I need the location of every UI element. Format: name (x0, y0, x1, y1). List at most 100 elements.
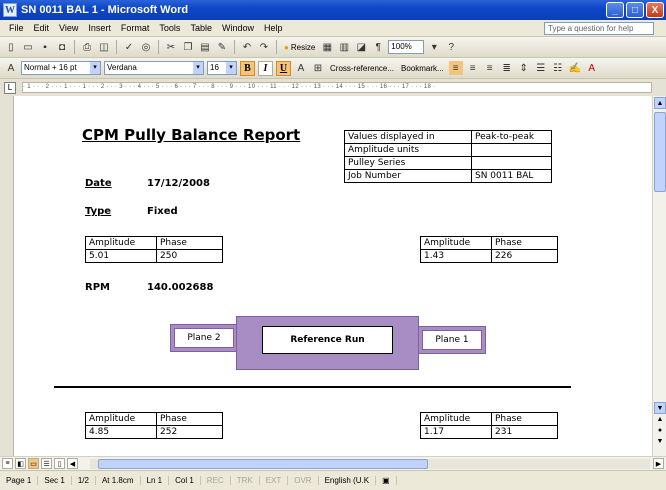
insert-hyperlink-icon[interactable]: ⊞ (311, 61, 325, 75)
menu-table[interactable]: Table (185, 23, 217, 33)
normal-view-icon[interactable]: ≡ (2, 458, 13, 469)
justify-icon[interactable]: ≣ (500, 61, 514, 75)
document-page[interactable]: CPM Pully Balance Report Values displaye… (0, 96, 652, 456)
horizontal-scroll-thumb[interactable] (98, 459, 428, 469)
info-value[interactable] (471, 143, 552, 157)
web-layout-view-icon[interactable]: ◧ (15, 458, 26, 469)
insert-table-icon[interactable]: ▦ (320, 40, 334, 54)
phase-value[interactable]: 252 (156, 425, 223, 439)
menu-format[interactable]: Format (116, 23, 155, 33)
print-icon[interactable]: ⎙ (80, 40, 94, 54)
zoom-select[interactable]: 100% (388, 40, 425, 54)
save-icon[interactable]: ▪ (38, 40, 52, 54)
style-dropdown-icon[interactable]: ▾ (90, 62, 100, 74)
menu-help[interactable]: Help (259, 23, 288, 33)
spelling-status-icon[interactable]: ▣ (376, 476, 397, 485)
menu-insert[interactable]: Insert (83, 23, 116, 33)
type-value[interactable]: Fixed (147, 206, 178, 217)
undo-icon[interactable]: ↶ (240, 40, 254, 54)
phase-value[interactable]: 226 (491, 249, 558, 263)
status-rec[interactable]: REC (201, 476, 231, 485)
help-search-input[interactable]: Type a question for help (544, 22, 654, 35)
phase-value[interactable]: 250 (156, 249, 223, 263)
bookmark-button[interactable]: Bookmark... (399, 64, 446, 73)
new-document-icon[interactable]: ▯ (4, 40, 18, 54)
reading-layout-view-icon[interactable]: ▯ (54, 458, 65, 469)
redo-icon[interactable]: ↷ (257, 40, 271, 54)
font-size-dropdown-icon[interactable]: ▾ (226, 62, 236, 74)
info-value[interactable]: Peak-to-peak (471, 130, 552, 144)
tab-selector-icon[interactable]: L (4, 81, 16, 94)
info-value[interactable]: SN 0011 BAL (471, 169, 552, 183)
word-app-icon[interactable]: W (3, 3, 17, 17)
status-ovr[interactable]: OVR (288, 476, 319, 485)
amplitude-value[interactable]: 5.01 (85, 249, 157, 263)
format-painter-icon[interactable]: ✎ (215, 40, 229, 54)
select-browse-object-icon[interactable]: ● (655, 427, 665, 434)
cross-reference-button[interactable]: Cross-reference... (328, 64, 396, 73)
date-value[interactable]: 17/12/2008 (147, 178, 210, 189)
vertical-ruler[interactable] (0, 96, 14, 456)
resize-button[interactable]: ● Resize (282, 43, 317, 52)
status-language[interactable]: English (U.K (319, 476, 377, 485)
help-icon[interactable]: ? (444, 40, 458, 54)
scroll-down-icon[interactable]: ▼ (654, 402, 666, 414)
info-value[interactable] (471, 156, 552, 170)
horizontal-scrollbar[interactable] (90, 459, 650, 469)
numbering-icon[interactable]: ☰ (534, 61, 548, 75)
bold-button[interactable]: B (240, 60, 255, 76)
zoom-dropdown-icon[interactable]: ▾ (427, 40, 441, 54)
font-select[interactable]: Verdana ▾ (104, 61, 204, 75)
vertical-scrollbar[interactable]: ▲ ▼ ▲ ● ▼ (652, 96, 666, 456)
previous-page-icon[interactable]: ▲ (655, 416, 665, 423)
align-left-icon[interactable]: ≡ (448, 61, 463, 75)
menu-window[interactable]: Window (217, 23, 259, 33)
cut-icon[interactable]: ✂ (164, 40, 178, 54)
spelling-icon[interactable]: ✓ (122, 40, 136, 54)
scroll-right-icon[interactable]: ▶ (653, 458, 664, 469)
drawing-icon[interactable]: ◪ (354, 40, 368, 54)
styles-pane-icon[interactable]: A (4, 61, 18, 75)
next-page-icon[interactable]: ▼ (655, 438, 665, 445)
copy-icon[interactable]: ❐ (181, 40, 195, 54)
menu-tools[interactable]: Tools (154, 23, 185, 33)
paste-icon[interactable]: ▤ (198, 40, 212, 54)
menu-view[interactable]: View (54, 23, 83, 33)
permission-icon[interactable]: ◘ (55, 40, 69, 54)
style-select[interactable]: Normal + 16 pt ▾ (21, 61, 101, 75)
show-hide-icon[interactable]: ¶ (371, 40, 385, 54)
close-button[interactable]: X (646, 2, 664, 18)
align-center-icon[interactable]: ≡ (466, 61, 480, 75)
outline-view-icon[interactable]: ☰ (41, 458, 52, 469)
menu-file[interactable]: File (4, 23, 29, 33)
italic-button[interactable]: I (258, 60, 273, 76)
print-preview-icon[interactable]: ◫ (97, 40, 111, 54)
amplitude-value[interactable]: 1.43 (420, 249, 492, 263)
underline-button[interactable]: U (276, 60, 291, 76)
research-icon[interactable]: ◎ (139, 40, 153, 54)
print-layout-view-icon[interactable]: ▭ (28, 458, 39, 469)
font-color-icon[interactable]: A (585, 61, 599, 75)
menu-edit[interactable]: Edit (29, 23, 55, 33)
status-trk[interactable]: TRK (231, 476, 260, 485)
line-spacing-icon[interactable]: ⇕ (517, 61, 531, 75)
amplitude-value[interactable]: 1.17 (420, 425, 492, 439)
rpm-value[interactable]: 140.002688 (147, 282, 213, 293)
phase-value[interactable]: 231 (491, 425, 558, 439)
bullets-icon[interactable]: ☷ (551, 61, 565, 75)
font-size-select[interactable]: 16 ▾ (207, 61, 237, 75)
font-dropdown-icon[interactable]: ▾ (193, 62, 203, 74)
open-folder-icon[interactable]: ▭ (21, 40, 35, 54)
highlight-icon[interactable]: ✍ (568, 61, 582, 75)
status-ext[interactable]: EXT (260, 476, 289, 485)
maximize-button[interactable]: □ (626, 2, 644, 18)
columns-icon[interactable]: ▥ (337, 40, 351, 54)
amplitude-value[interactable]: 4.85 (85, 425, 157, 439)
scroll-up-icon[interactable]: ▲ (654, 97, 666, 109)
text-color-a-icon[interactable]: A (294, 61, 308, 75)
scroll-thumb[interactable] (654, 112, 666, 192)
horizontal-ruler[interactable]: · 1 · · · 2 · · · 1 · · · 1 · · · 2 · · … (22, 82, 652, 93)
minimize-button[interactable]: _ (606, 2, 624, 18)
scroll-left-icon[interactable]: ◀ (67, 458, 78, 469)
align-right-icon[interactable]: ≡ (483, 61, 497, 75)
